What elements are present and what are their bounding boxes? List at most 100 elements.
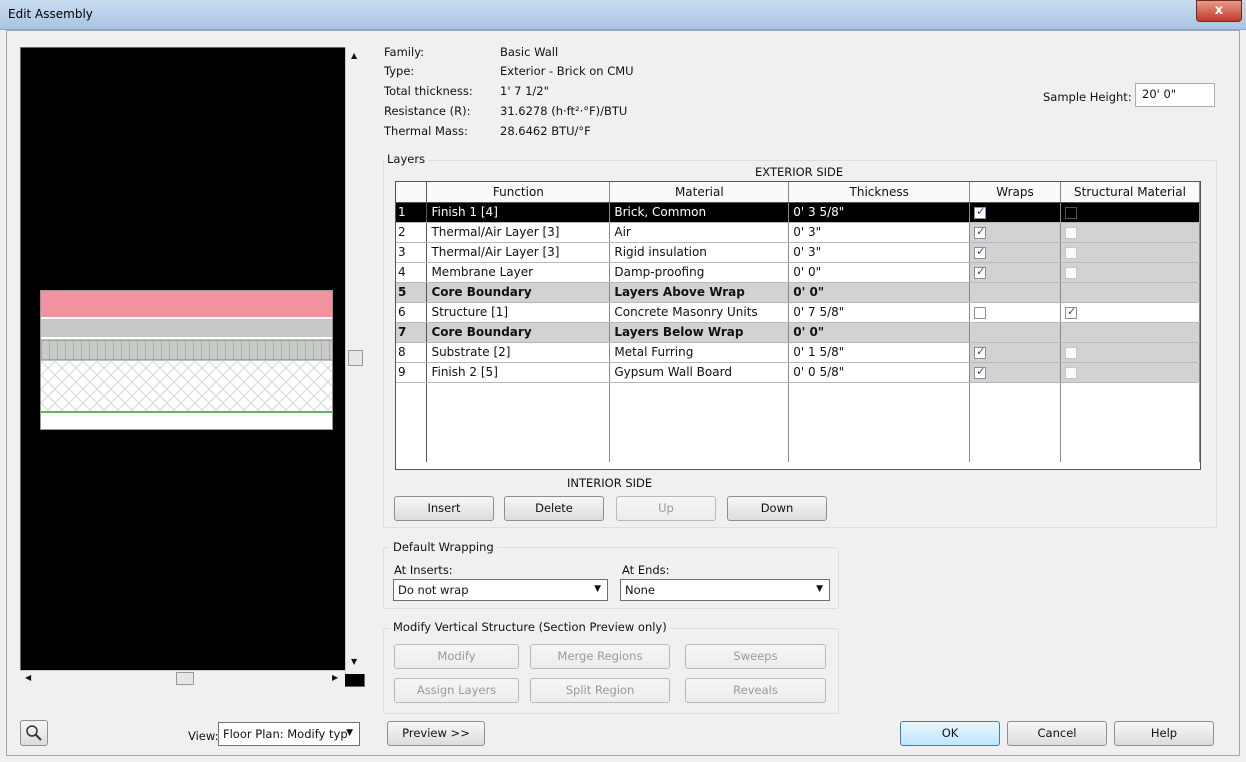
cancel-button[interactable]: Cancel (1007, 721, 1107, 746)
merge-regions-button[interactable]: Merge Regions (530, 644, 670, 669)
thickness-cell[interactable]: 0' 0" (788, 322, 971, 343)
at-inserts-select[interactable]: Do not wrap ▼ (393, 579, 608, 601)
function-cell[interactable]: Core Boundary (426, 282, 611, 303)
preview-button[interactable]: Preview >> (387, 721, 485, 746)
layer-number-cell[interactable]: 3 (396, 242, 428, 263)
scroll-right-arrow-icon[interactable]: ▶ (332, 673, 338, 682)
structural-material-checkbox[interactable] (1064, 266, 1077, 279)
wraps-cell[interactable] (969, 302, 1061, 323)
scroll-down-arrow-icon[interactable]: ▼ (351, 657, 357, 666)
layer-number-cell[interactable]: 8 (396, 342, 428, 363)
ok-button[interactable]: OK (900, 721, 1000, 746)
wraps-cell[interactable] (969, 262, 1061, 283)
material-cell[interactable]: Rigid insulation (609, 242, 790, 263)
thickness-cell[interactable]: 0' 3" (788, 222, 971, 243)
preview-horizontal-scrollbar[interactable]: ◀ ▶ (20, 670, 345, 687)
structural-cell[interactable] (1060, 262, 1201, 283)
wraps-checkbox[interactable] (974, 265, 987, 279)
layer-number-cell[interactable]: 9 (396, 362, 428, 383)
structural-material-checkbox[interactable] (1064, 206, 1077, 219)
wraps-checkbox[interactable] (974, 205, 987, 219)
insert-button[interactable]: Insert (394, 496, 494, 521)
zoom-2d-button[interactable] (20, 720, 48, 746)
structural-material-checkbox[interactable] (1064, 346, 1077, 359)
column-header[interactable]: Structural Material (1060, 182, 1201, 203)
structural-material-checkbox[interactable] (1064, 366, 1077, 379)
up-button[interactable]: Up (616, 496, 716, 521)
horizontal-scroll-thumb[interactable] (176, 672, 194, 685)
at-ends-select[interactable]: None ▼ (620, 579, 830, 601)
structural-cell[interactable] (1060, 282, 1201, 303)
wraps-checkbox[interactable] (974, 225, 987, 239)
view-select[interactable]: Floor Plan: Modify typ ▼ (218, 722, 360, 746)
preview-vertical-scrollbar[interactable]: ▲ ▼ (345, 47, 365, 674)
scroll-up-arrow-icon[interactable]: ▲ (351, 51, 357, 60)
vertical-scroll-thumb[interactable] (348, 350, 363, 366)
function-cell[interactable]: Structure [1] (426, 302, 611, 323)
wraps-cell[interactable] (969, 342, 1061, 363)
function-cell[interactable]: Substrate [2] (426, 342, 611, 363)
material-cell[interactable]: Damp-proofing (609, 262, 790, 283)
structural-cell[interactable] (1060, 242, 1201, 263)
function-cell[interactable]: Finish 2 [5] (426, 362, 611, 383)
layer-number-cell[interactable]: 2 (396, 222, 428, 243)
structural-material-checkbox[interactable] (1064, 305, 1077, 319)
modify-button[interactable]: Modify (394, 644, 519, 669)
structural-cell[interactable] (1060, 222, 1201, 243)
wraps-cell[interactable] (969, 322, 1061, 343)
column-header[interactable]: Thickness (788, 182, 971, 203)
thickness-cell[interactable]: 0' 0 5/8" (788, 362, 971, 383)
layer-number-cell[interactable]: 4 (396, 262, 428, 283)
material-cell[interactable]: Layers Above Wrap (609, 282, 790, 303)
structural-material-checkbox[interactable] (1064, 246, 1077, 259)
sweeps-button[interactable]: Sweeps (685, 644, 826, 669)
sample-height-input[interactable]: 20' 0" (1135, 83, 1215, 107)
wraps-cell[interactable] (969, 242, 1061, 263)
wraps-checkbox[interactable] (974, 245, 987, 259)
table-row[interactable]: 1 Finish 1 [4] Brick, Common 0' 3 5/8" (396, 202, 1201, 223)
thickness-cell[interactable]: 0' 0" (788, 262, 971, 283)
wraps-cell[interactable] (969, 222, 1061, 243)
table-row[interactable]: 9 Finish 2 [5] Gypsum Wall Board 0' 0 5/8" (396, 362, 1201, 383)
table-row[interactable]: 2 Thermal/Air Layer [3] Air 0' 3" (396, 222, 1201, 243)
function-cell[interactable]: Finish 1 [4] (426, 202, 611, 223)
down-button[interactable]: Down (727, 496, 827, 521)
table-row[interactable]: 4 Membrane Layer Damp-proofing 0' 0" (396, 262, 1201, 283)
structural-cell[interactable] (1060, 202, 1201, 223)
thickness-cell[interactable]: 0' 0" (788, 282, 971, 303)
column-header[interactable]: Function (426, 182, 611, 203)
table-row[interactable]: 5 Core Boundary Layers Above Wrap 0' 0" (396, 282, 1201, 303)
assign-layers-button[interactable]: Assign Layers (394, 678, 519, 703)
wraps-checkbox[interactable] (974, 345, 987, 359)
structural-cell[interactable] (1060, 342, 1201, 363)
split-region-button[interactable]: Split Region (530, 678, 670, 703)
column-header[interactable]: Material (609, 182, 790, 203)
function-cell[interactable]: Thermal/Air Layer [3] (426, 242, 611, 263)
thickness-cell[interactable]: 0' 1 5/8" (788, 342, 971, 363)
wraps-cell[interactable] (969, 362, 1061, 383)
wraps-checkbox[interactable] (974, 365, 987, 379)
table-row[interactable]: 6 Structure [1] Concrete Masonry Units 0' 7… (396, 302, 1201, 323)
scroll-left-arrow-icon[interactable]: ◀ (25, 673, 31, 682)
close-button[interactable]: x (1196, 0, 1242, 22)
table-row[interactable]: 8 Substrate [2] Metal Furring 0' 1 5/8" (396, 342, 1201, 363)
table-row[interactable]: 7 Core Boundary Layers Below Wrap 0' 0" (396, 322, 1201, 343)
layer-number-cell[interactable]: 7 (396, 322, 428, 343)
wraps-checkbox[interactable] (974, 306, 987, 319)
structural-cell[interactable] (1060, 322, 1201, 343)
table-row[interactable]: 3 Thermal/Air Layer [3] Rigid insulation 0'… (396, 242, 1201, 263)
structural-material-checkbox[interactable] (1064, 226, 1077, 239)
function-cell[interactable]: Membrane Layer (426, 262, 611, 283)
material-cell[interactable]: Gypsum Wall Board (609, 362, 790, 383)
function-cell[interactable]: Core Boundary (426, 322, 611, 343)
structural-cell[interactable] (1060, 362, 1201, 383)
reveals-button[interactable]: Reveals (685, 678, 826, 703)
layer-number-cell[interactable]: 6 (396, 302, 428, 323)
material-cell[interactable]: Concrete Masonry Units (609, 302, 790, 323)
thickness-cell[interactable]: 0' 3 5/8" (788, 202, 971, 223)
material-cell[interactable]: Layers Below Wrap (609, 322, 790, 343)
wraps-cell[interactable] (969, 202, 1061, 223)
thickness-cell[interactable]: 0' 7 5/8" (788, 302, 971, 323)
structural-cell[interactable] (1060, 302, 1201, 323)
delete-button[interactable]: Delete (504, 496, 604, 521)
